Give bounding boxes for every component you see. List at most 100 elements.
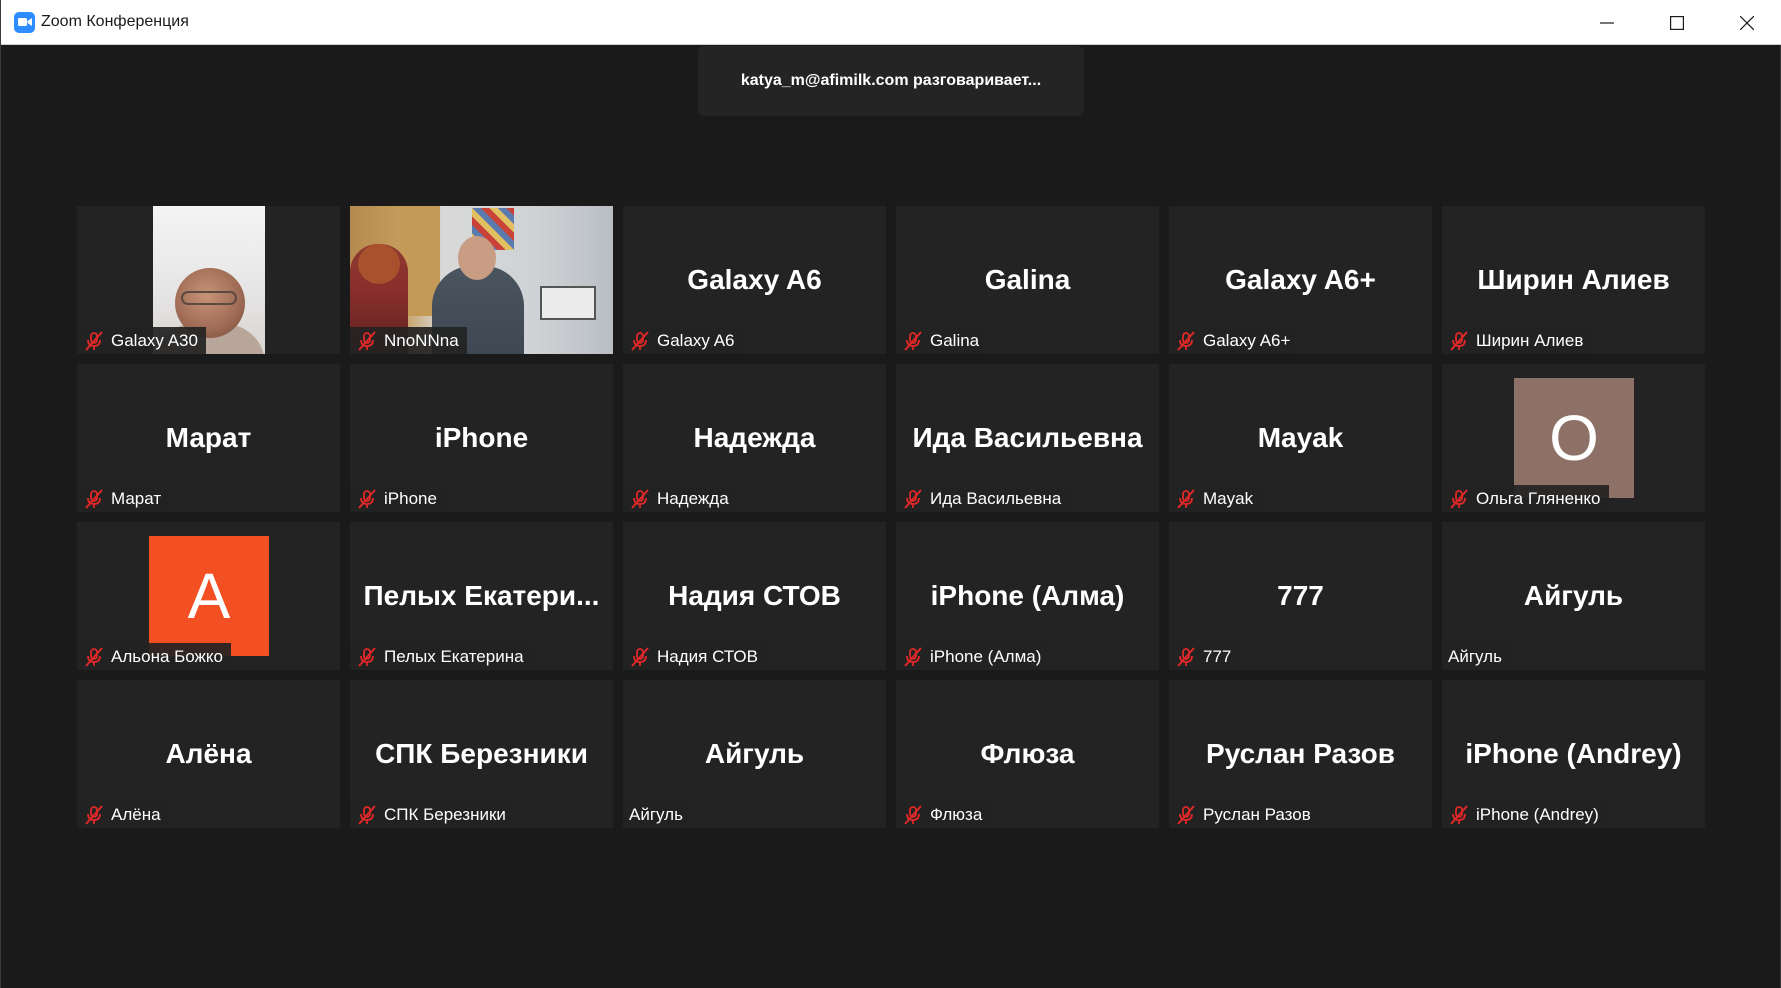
- participant-name-text: Ольга Гляненко: [1476, 488, 1601, 508]
- mic-muted-icon: [631, 488, 649, 509]
- participant-name-label: iPhone: [350, 485, 445, 512]
- participant-name-text: Ида Васильевна: [930, 488, 1062, 508]
- participant-tile[interactable]: Айгуль Айгуль: [1442, 522, 1705, 670]
- mic-muted-icon: [904, 488, 922, 509]
- participant-tile[interactable]: NnoNNna: [350, 206, 613, 354]
- participant-tile[interactable]: Ида Васильевна Ида Васильевна: [896, 364, 1159, 512]
- gallery-view: Galaxy A30 NnoNNna Galaxy A6 Galaxy A6 Galin…: [77, 206, 1705, 828]
- mic-muted-icon: [904, 804, 922, 825]
- participant-name-label: Galaxy A6+: [1169, 327, 1299, 354]
- participant-avatar: О: [1514, 378, 1634, 498]
- maximize-button[interactable]: [1642, 0, 1712, 45]
- participant-tile[interactable]: iPhone (Andrey) iPhone (Andrey): [1442, 680, 1705, 828]
- mic-muted-icon: [1177, 646, 1195, 667]
- participant-name-text: iPhone (Andrey): [1476, 804, 1599, 824]
- participant-name-label: Айгуль: [623, 801, 691, 828]
- participant-tile[interactable]: СПК Березники СПК Березники: [350, 680, 613, 828]
- participant-tile[interactable]: Алёна Алёна: [77, 680, 340, 828]
- mic-muted-icon: [1177, 330, 1195, 351]
- participant-name-label: Ида Васильевна: [896, 485, 1070, 512]
- close-button[interactable]: [1712, 0, 1781, 45]
- participant-name-text: СПК Березники: [384, 804, 506, 824]
- participant-name-text: Galaxy A30: [111, 330, 198, 350]
- participant-name-text: Алёна: [111, 804, 161, 824]
- mic-muted-icon: [1177, 804, 1195, 825]
- minimize-button[interactable]: [1572, 0, 1642, 45]
- participant-name-text: Айгуль: [1448, 646, 1502, 666]
- participant-tile[interactable]: Марат Марат: [77, 364, 340, 512]
- participant-name-text: Galina: [930, 330, 980, 350]
- participant-name-text: NnoNNna: [384, 330, 459, 350]
- participant-name-text: Айгуль: [629, 804, 683, 824]
- participant-tile[interactable]: Galaxy A6 Galaxy A6: [623, 206, 886, 354]
- participant-name-label: Пелых Екатерина: [350, 643, 532, 670]
- participant-tile[interactable]: 777 777: [1169, 522, 1432, 670]
- mic-muted-icon: [1450, 330, 1468, 351]
- participant-tile[interactable]: Надия СТОВ Надия СТОВ: [623, 522, 886, 670]
- participant-name-text: Флюза: [930, 804, 983, 824]
- participant-name-label: iPhone (Алма): [896, 643, 1050, 670]
- mic-muted-icon: [85, 488, 103, 509]
- participant-tile[interactable]: Пелых Екатери... Пелых Екатерина: [350, 522, 613, 670]
- participant-name-label: Надежда: [623, 485, 737, 512]
- participant-tile[interactable]: iPhone (Алма) iPhone (Алма): [896, 522, 1159, 670]
- mic-muted-icon: [631, 646, 649, 667]
- close-icon: [1740, 15, 1754, 30]
- participant-name-text: 777: [1203, 646, 1232, 666]
- window-title: Zoom Конференция: [41, 13, 189, 30]
- participant-tile[interactable]: Mayak Mayak: [1169, 364, 1432, 512]
- participant-tile[interactable]: Galina Galina: [896, 206, 1159, 354]
- participant-name-text: Альона Божко: [111, 646, 224, 666]
- participant-name-text: Mayak: [1203, 488, 1254, 508]
- participant-tile[interactable]: Galaxy A30: [77, 206, 340, 354]
- participant-name-text: Пелых Екатерина: [384, 646, 524, 666]
- zoom-window: Zoom Конференция katya_m@afimilk.com раз…: [0, 0, 1781, 988]
- participant-tile[interactable]: Galaxy A6+ Galaxy A6+: [1169, 206, 1432, 354]
- participant-name-text: Руслан Разов: [1203, 804, 1311, 824]
- participant-name-label: Ольга Гляненко: [1442, 485, 1609, 512]
- participant-name-text: Надежда: [657, 488, 729, 508]
- mic-muted-icon: [358, 330, 376, 351]
- participant-tile[interactable]: A Альона Божко: [77, 522, 340, 670]
- maximize-icon: [1670, 15, 1684, 30]
- title-bar: Zoom Конференция: [1, 0, 1781, 45]
- participant-name-label: Надия СТОВ: [623, 643, 766, 670]
- participant-name-label: Galaxy A30: [77, 327, 206, 354]
- participant-tile[interactable]: Флюза Флюза: [896, 680, 1159, 828]
- participant-name-text: iPhone (Алма): [930, 646, 1042, 666]
- participant-tile[interactable]: Ширин Алиев Ширин Алиев: [1442, 206, 1705, 354]
- mic-muted-icon: [1450, 804, 1468, 825]
- active-speaker-banner: katya_m@afimilk.com разговаривает...: [698, 46, 1084, 116]
- mic-muted-icon: [631, 330, 649, 351]
- participant-avatar: A: [149, 536, 269, 656]
- mic-muted-icon: [85, 804, 103, 825]
- participant-tile[interactable]: Руслан Разов Руслан Разов: [1169, 680, 1432, 828]
- mic-muted-icon: [358, 488, 376, 509]
- mic-muted-icon: [85, 646, 103, 667]
- participant-tile[interactable]: О Ольга Гляненко: [1442, 364, 1705, 512]
- participant-name-label: Galina: [896, 327, 988, 354]
- minimize-icon: [1600, 21, 1614, 24]
- mic-muted-icon: [358, 646, 376, 667]
- participant-tile[interactable]: Надежда Надежда: [623, 364, 886, 512]
- participant-name-label: Марат: [77, 485, 170, 512]
- participant-name-text: Марат: [111, 488, 162, 508]
- participant-name-label: СПК Березники: [350, 801, 514, 828]
- participant-tile[interactable]: iPhone iPhone: [350, 364, 613, 512]
- participant-name-text: Ширин Алиев: [1476, 330, 1584, 350]
- zoom-camera-icon: [14, 11, 35, 33]
- participant-name-label: iPhone (Andrey): [1442, 801, 1607, 828]
- participant-name-label: Mayak: [1169, 485, 1262, 512]
- mic-muted-icon: [1177, 488, 1195, 509]
- participant-name-label: Альона Божко: [77, 643, 232, 670]
- mic-muted-icon: [904, 646, 922, 667]
- mic-muted-icon: [358, 804, 376, 825]
- participant-name-text: iPhone: [384, 488, 437, 508]
- mic-muted-icon: [85, 330, 103, 351]
- participant-name-text: Galaxy A6+: [1203, 330, 1291, 350]
- participant-name-text: Galaxy A6: [657, 330, 735, 350]
- participant-name-label: Флюза: [896, 801, 991, 828]
- participant-name-label: NnoNNna: [350, 327, 467, 354]
- participant-tile[interactable]: Айгуль Айгуль: [623, 680, 886, 828]
- participant-name-label: Алёна: [77, 801, 169, 828]
